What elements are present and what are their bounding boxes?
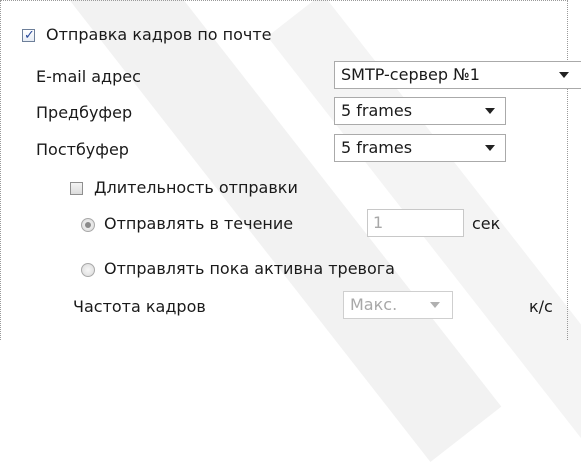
send-email-checkbox[interactable]: ✓ [22, 28, 35, 43]
framerate-label: Частота кадров [73, 297, 206, 316]
chevron-down-icon [485, 108, 495, 114]
postbuffer-select[interactable]: 5 frames [334, 134, 506, 162]
duration-label: Длительность отправки [94, 178, 298, 197]
settings-panel: ✓ Отправка кадров по почте E-mail адрес … [0, 0, 581, 340]
prebuffer-label: Предбуфер [36, 103, 133, 122]
postbuffer-label: Постбуфер [36, 140, 129, 159]
send-for-time-radio[interactable] [81, 218, 95, 232]
prebuffer-value: 5 frames [341, 101, 413, 120]
send-for-time-label: Отправлять в течение [104, 214, 294, 233]
framerate-value: Макс. [350, 295, 398, 314]
framerate-unit-label: к/с [529, 297, 553, 316]
email-server-select[interactable]: SMTP-сервер №1 [334, 61, 581, 89]
prebuffer-select[interactable]: 5 frames [334, 97, 506, 125]
chevron-down-icon [559, 72, 569, 78]
time-input[interactable]: 1 [367, 209, 464, 237]
send-while-alarm-radio[interactable] [81, 263, 95, 277]
chevron-down-icon [430, 302, 440, 308]
checkmark-icon: ✓ [24, 28, 35, 43]
time-input-value: 1 [373, 213, 384, 232]
duration-checkbox[interactable] [70, 182, 83, 195]
email-label: E-mail адрес [36, 67, 141, 86]
chevron-down-icon [485, 145, 495, 151]
time-unit-label: сек [472, 214, 501, 233]
email-server-value: SMTP-сервер №1 [341, 65, 480, 84]
send-while-alarm-label: Отправлять пока активна тревога [104, 259, 395, 278]
framerate-select[interactable]: Макс. [343, 291, 453, 319]
postbuffer-value: 5 frames [341, 138, 413, 157]
send-email-label: Отправка кадров по почте [46, 25, 272, 44]
